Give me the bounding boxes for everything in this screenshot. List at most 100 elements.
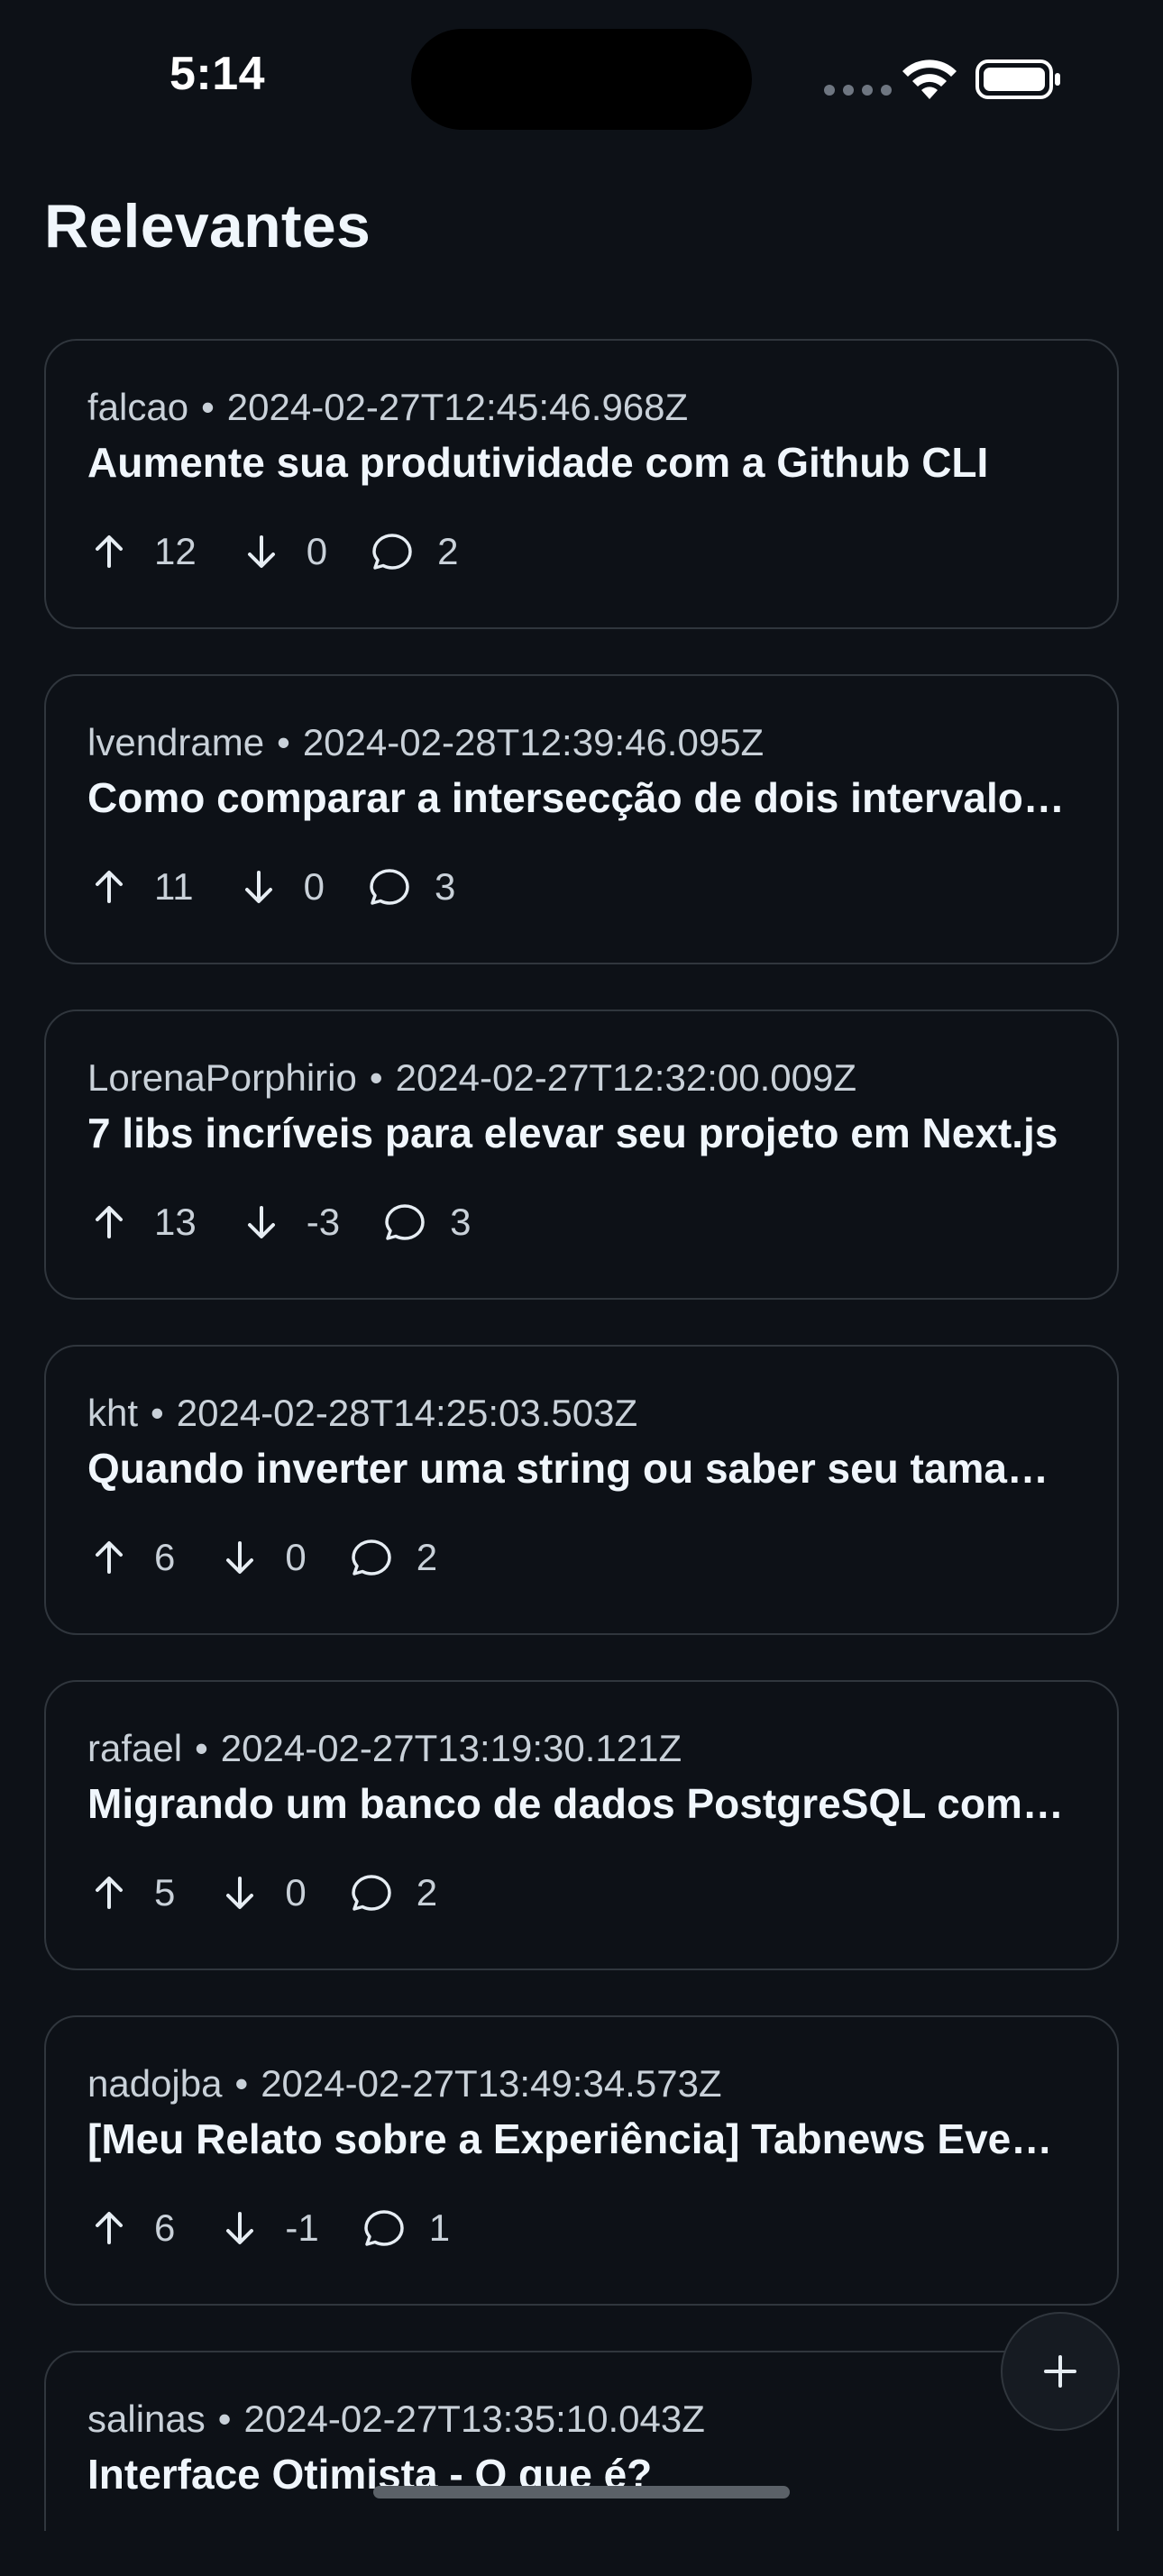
post-stats: 6 0 2 [87, 1536, 481, 1579]
comment-count: 2 [416, 1536, 438, 1578]
arrow-up-icon [96, 1877, 123, 1909]
downvote-count: 0 [285, 1871, 307, 1914]
downvote-button[interactable]: -3 [240, 1201, 340, 1244]
post-title[interactable]: Migrando um banco de dados PostgreSQL co… [87, 1779, 1070, 1828]
post-meta: falcao • 2024-02-27T12:45:46.968Z [87, 386, 689, 428]
downvote-count: 0 [285, 1536, 307, 1578]
wifi-icon [902, 59, 957, 99]
downvote-count: -3 [306, 1201, 341, 1243]
downvote-count: 0 [303, 865, 325, 908]
post-author[interactable]: rafael [87, 1727, 182, 1769]
status-bar: 5:14 [0, 0, 1163, 153]
upvote-button[interactable]: 13 [87, 1201, 197, 1244]
cellular-signal-icon [824, 85, 892, 96]
comment-count: 3 [450, 1201, 472, 1243]
post-meta: kht • 2024-02-28T14:25:03.503Z [87, 1392, 638, 1434]
post-stats: 12 0 2 [87, 530, 501, 573]
post-meta: lvendrame • 2024-02-28T12:39:46.095Z [87, 721, 765, 763]
post-stats: 6 -1 1 [87, 2206, 493, 2250]
comments-button[interactable]: 2 [350, 1871, 437, 1914]
post-card[interactable]: salinas • 2024-02-27T13:35:10.043Z Interfa… [44, 2351, 1119, 2531]
post-date: 2024-02-27T13:49:34.573Z [261, 2062, 722, 2105]
post-author[interactable]: falcao [87, 386, 188, 428]
upvote-button[interactable]: 5 [87, 1871, 175, 1914]
comment-bubble-icon [372, 534, 412, 570]
downvote-count: 0 [306, 530, 328, 572]
status-time: 5:14 [169, 48, 266, 100]
comment-count: 2 [416, 1871, 438, 1914]
post-title[interactable]: 7 libs incríveis para elevar seu projeto… [87, 1109, 1070, 1157]
post-title[interactable]: Aumente sua produtividade com a Github C… [87, 438, 1070, 487]
battery-icon [975, 59, 1060, 99]
downvote-button[interactable]: 0 [218, 1536, 307, 1579]
arrow-down-icon [247, 535, 275, 568]
arrow-up-icon [96, 2212, 123, 2244]
post-card[interactable]: kht • 2024-02-28T14:25:03.503Z Quando inve… [44, 1345, 1119, 1635]
comment-bubble-icon [370, 869, 409, 905]
comment-count: 3 [434, 865, 456, 908]
new-post-button[interactable] [1001, 2312, 1120, 2431]
upvote-count: 6 [154, 1536, 176, 1578]
post-stats: 11 0 3 [87, 865, 499, 909]
dynamic-island [411, 29, 752, 130]
comment-count: 2 [437, 530, 459, 572]
arrow-down-icon [226, 1877, 254, 1909]
post-card[interactable]: lvendrame • 2024-02-28T12:39:46.095Z Como … [44, 674, 1119, 964]
upvote-button[interactable]: 11 [87, 865, 194, 909]
upvote-count: 13 [154, 1201, 197, 1243]
post-date: 2024-02-28T12:39:46.095Z [302, 721, 765, 763]
post-date: 2024-02-27T12:32:00.009Z [395, 1056, 856, 1099]
post-meta: rafael • 2024-02-27T13:19:30.121Z [87, 1727, 682, 1769]
upvote-count: 5 [154, 1871, 176, 1914]
post-card[interactable]: falcao • 2024-02-27T12:45:46.968Z Aumente … [44, 339, 1119, 629]
arrow-down-icon [244, 871, 272, 903]
downvote-button[interactable]: 0 [218, 1871, 307, 1914]
arrow-up-icon [96, 1541, 123, 1574]
arrow-up-icon [96, 871, 123, 903]
post-author[interactable]: kht [87, 1392, 138, 1434]
comments-button[interactable]: 3 [368, 865, 455, 909]
arrow-up-icon [96, 535, 123, 568]
comments-button[interactable]: 1 [362, 2206, 450, 2250]
comment-bubble-icon [363, 2210, 404, 2246]
post-author[interactable]: LorenaPorphirio [87, 1056, 357, 1099]
downvote-button[interactable]: 0 [240, 530, 327, 573]
arrow-down-icon [226, 2212, 254, 2244]
page-title: Relevantes [44, 192, 371, 260]
post-meta: LorenaPorphirio • 2024-02-27T12:32:00.009Z [87, 1056, 856, 1099]
upvote-button[interactable]: 6 [87, 1536, 175, 1579]
post-feed[interactable]: falcao • 2024-02-27T12:45:46.968Z Aumente … [44, 339, 1119, 2576]
post-author[interactable]: lvendrame [87, 721, 264, 763]
comments-button[interactable]: 2 [371, 530, 458, 573]
arrow-down-icon [226, 1541, 254, 1574]
downvote-button[interactable]: 0 [237, 865, 325, 909]
post-card[interactable]: LorenaPorphirio • 2024-02-27T12:32:00.009Z… [44, 1009, 1119, 1300]
post-author[interactable]: nadojba [87, 2062, 222, 2105]
upvote-count: 12 [154, 530, 197, 572]
arrow-up-icon [96, 1206, 123, 1238]
downvote-count: -1 [285, 2206, 319, 2249]
comments-button[interactable]: 2 [350, 1536, 437, 1579]
post-author[interactable]: salinas [87, 2398, 206, 2440]
upvote-count: 6 [154, 2206, 176, 2249]
upvote-button[interactable]: 12 [87, 530, 197, 573]
comment-bubble-icon [385, 1204, 425, 1240]
post-title[interactable]: [Meu Relato sobre a Experiência] Tabnews… [87, 2115, 1070, 2163]
post-card[interactable]: rafael • 2024-02-27T13:19:30.121Z Migrando… [44, 1680, 1119, 1970]
plus-icon [1044, 2355, 1076, 2388]
downvote-button[interactable]: -1 [218, 2206, 319, 2250]
post-date: 2024-02-28T14:25:03.503Z [176, 1392, 638, 1434]
post-date: 2024-02-27T12:45:46.968Z [226, 386, 689, 428]
post-title[interactable]: Quando inverter uma string ou saber seu … [87, 1444, 1070, 1493]
post-date: 2024-02-27T13:19:30.121Z [220, 1727, 682, 1769]
comments-button[interactable]: 3 [383, 1201, 471, 1244]
upvote-button[interactable]: 6 [87, 2206, 175, 2250]
post-meta: salinas • 2024-02-27T13:35:10.043Z [87, 2398, 705, 2440]
post-meta: nadojba • 2024-02-27T13:49:34.573Z [87, 2062, 722, 2105]
post-title[interactable]: Como comparar a intersecção de dois inte… [87, 773, 1070, 822]
post-stats: 5 0 2 [87, 1871, 481, 1914]
post-card[interactable]: nadojba • 2024-02-27T13:49:34.573Z [Meu Re… [44, 2015, 1119, 2306]
home-indicator[interactable] [373, 2486, 790, 2498]
arrow-down-icon [247, 1206, 275, 1238]
post-date: 2024-02-27T13:35:10.043Z [243, 2398, 705, 2440]
